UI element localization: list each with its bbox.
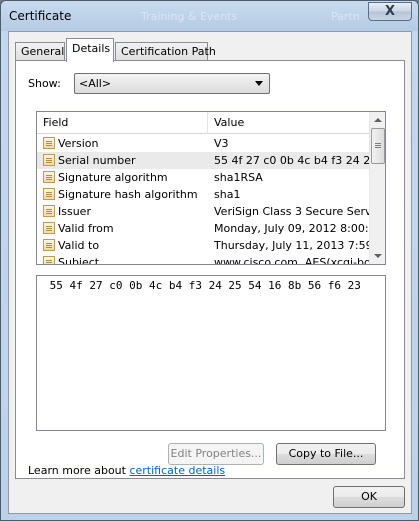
- field-cell: Subject: [37, 254, 208, 265]
- chevron-up-icon[interactable]: [370, 112, 385, 128]
- show-label: Show:: [28, 77, 61, 90]
- certificate-details-link[interactable]: certificate details: [129, 464, 225, 477]
- certificate-field-icon: [43, 137, 55, 149]
- table-row[interactable]: Signature algorithm sha1RSA: [37, 169, 371, 186]
- certificate-field-icon: [43, 188, 55, 200]
- chevron-down-icon: [255, 81, 263, 86]
- field-name: Serial number: [58, 154, 136, 167]
- field-cell: Serial number: [37, 152, 208, 169]
- value-cell: Monday, July 09, 2012 8:00:0...: [214, 222, 371, 235]
- learn-more-row: Learn more about certificate details: [28, 464, 225, 477]
- table-row[interactable]: Valid from Monday, July 09, 2012 8:00:0.…: [37, 220, 371, 237]
- field-name: Subject: [58, 256, 100, 265]
- field-cell: Signature hash algorithm: [37, 186, 208, 203]
- certificate-field-icon: [43, 171, 55, 183]
- fields-list[interactable]: Field Value Version V3 Serial number 55 …: [36, 111, 386, 265]
- field-cell: Signature algorithm: [37, 169, 208, 186]
- certificate-field-icon: [43, 222, 55, 234]
- window-title: Certificate: [9, 9, 72, 23]
- field-cell: Valid from: [37, 220, 208, 237]
- ok-button[interactable]: OK: [333, 486, 405, 508]
- show-dropdown[interactable]: <All>: [74, 73, 270, 94]
- field-name: Valid from: [58, 222, 114, 235]
- certificate-dialog: Certificate Training & Events Partn X Ge…: [0, 0, 419, 521]
- field-cell: Version: [37, 135, 208, 152]
- title-bar[interactable]: Certificate Training & Events Partn X: [1, 1, 418, 31]
- table-row[interactable]: Version V3: [37, 135, 371, 152]
- table-row[interactable]: Issuer VeriSign Class 3 Secure Server...: [37, 203, 371, 220]
- chevron-down-icon[interactable]: [370, 248, 385, 264]
- tab-details[interactable]: Details: [66, 38, 114, 62]
- value-cell: Thursday, July 11, 2013 7:59:...: [214, 239, 371, 252]
- fields-list-scrollbar[interactable]: [369, 112, 385, 264]
- table-row[interactable]: Valid to Thursday, July 11, 2013 7:59:..…: [37, 237, 371, 254]
- scrollbar-thumb[interactable]: [371, 128, 385, 164]
- field-name: Signature algorithm: [58, 171, 168, 184]
- column-header-value[interactable]: Value: [208, 112, 371, 134]
- tab-certification-path[interactable]: Certification Path: [115, 42, 216, 61]
- close-button[interactable]: X: [368, 2, 412, 21]
- fields-list-rows: Version V3 Serial number 55 4f 27 c0 0b …: [37, 135, 371, 265]
- table-row[interactable]: Signature hash algorithm sha1: [37, 186, 371, 203]
- value-cell: www.cisco.com, AES(xcgi-bos...: [214, 256, 371, 265]
- column-header-field[interactable]: Field: [37, 112, 208, 134]
- table-row-selected[interactable]: Serial number 55 4f 27 c0 0b 4c b4 f3 24…: [37, 152, 371, 169]
- copy-to-file-button[interactable]: Copy to File...: [276, 443, 376, 465]
- value-cell: sha1RSA: [214, 171, 263, 184]
- details-panel: Show: <All> Field Value Version V3 Seria…: [15, 60, 405, 479]
- edit-properties-button[interactable]: Edit Properties...: [168, 443, 264, 465]
- tab-general[interactable]: General: [15, 42, 65, 61]
- value-cell: VeriSign Class 3 Secure Server...: [214, 205, 371, 218]
- field-name: Signature hash algorithm: [58, 188, 198, 201]
- field-cell: Valid to: [37, 237, 208, 254]
- value-cell: V3: [214, 137, 229, 150]
- background-window-title: Training & Events: [141, 10, 238, 23]
- certificate-field-icon: [43, 239, 55, 251]
- certificate-field-icon: [43, 205, 55, 217]
- value-cell: sha1: [214, 188, 241, 201]
- certificate-field-icon: [43, 256, 55, 264]
- learn-more-text: Learn more about: [28, 464, 130, 477]
- certificate-field-icon: [43, 154, 55, 166]
- field-value-textbox[interactable]: 55 4f 27 c0 0b 4c b4 f3 24 25 54 16 8b 5…: [36, 275, 386, 431]
- show-dropdown-value: <All>: [79, 77, 112, 90]
- close-icon: X: [384, 4, 396, 19]
- value-cell: 55 4f 27 c0 0b 4c b4 f3 24 25 ...: [208, 152, 371, 169]
- field-name: Valid to: [58, 239, 100, 252]
- field-cell: Issuer: [37, 203, 208, 220]
- fields-list-header: Field Value: [37, 112, 371, 134]
- field-name: Version: [58, 137, 99, 150]
- table-row[interactable]: Subject www.cisco.com, AES(xcgi-bos...: [37, 254, 371, 265]
- field-name: Issuer: [58, 205, 91, 218]
- dialog-client-area: General Details Certification Path Show:…: [8, 31, 412, 514]
- background-window-title-right: Partn: [331, 10, 360, 23]
